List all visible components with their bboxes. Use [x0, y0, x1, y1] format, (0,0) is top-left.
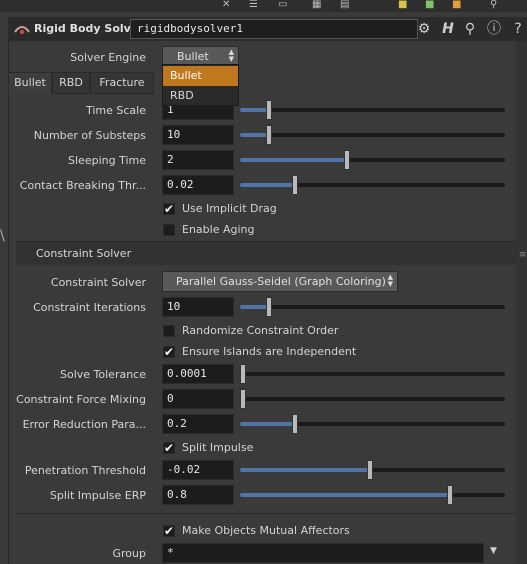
constraint-iterations-slider[interactable]: [240, 297, 505, 317]
slider-handle[interactable]: [266, 125, 272, 145]
split-impulse-erp-field[interactable]: 0.8: [162, 485, 234, 505]
menu-option-bullet[interactable]: Bullet: [163, 66, 238, 86]
tab-fracture[interactable]: Fracture: [90, 72, 154, 94]
force-mixing-field[interactable]: 0: [162, 389, 234, 409]
node-type-label: Rigid Body Solver: [34, 22, 144, 35]
tab-rbd[interactable]: RBD: [52, 72, 90, 94]
node-name-field[interactable]: rigidbodysolver1: [130, 19, 418, 39]
dropdown-arrows-icon: ▲ ▼: [228, 48, 234, 63]
group-field[interactable]: *: [162, 543, 484, 563]
substeps-slider[interactable]: [240, 125, 505, 145]
sleeping-time-field[interactable]: 2: [162, 150, 234, 170]
layout-icon[interactable]: ▭: [278, 0, 287, 10]
contact-breaking-field[interactable]: 0.02: [162, 175, 234, 195]
enable-aging-label: Enable Aging: [182, 223, 255, 236]
dropdown-arrows-icon: ▲ ▼: [387, 273, 393, 288]
table-icon[interactable]: ▤: [340, 0, 349, 10]
green-icon[interactable]: ■: [425, 0, 434, 10]
slider-handle[interactable]: [292, 414, 298, 434]
enable-aging-checkbox[interactable]: [163, 224, 175, 236]
randomize-order-checkbox[interactable]: [163, 325, 175, 337]
constraint-solver-dropdown[interactable]: Parallel Gauss-Seidel (Graph Coloring) ▲…: [162, 271, 398, 292]
split-impulse-label: Split Impulse: [182, 441, 254, 454]
grid-icon[interactable]: ▦: [312, 0, 321, 10]
sleeping-time-label: Sleeping Time: [68, 154, 146, 167]
solver-engine-menu: Bullet RBD: [162, 64, 239, 106]
slider-handle[interactable]: [266, 297, 272, 317]
slider-handle[interactable]: [266, 100, 272, 120]
constraint-solver-value: Parallel Gauss-Seidel (Graph Coloring): [176, 275, 386, 288]
mutual-affectors-label: Make Objects Mutual Affectors: [182, 524, 350, 537]
split-impulse-erp-slider[interactable]: [240, 485, 505, 505]
scroll-grip-icon[interactable]: ≡: [519, 251, 527, 270]
ensure-islands-label: Ensure Islands are Independent: [182, 345, 357, 358]
help-cursor-icon[interactable]: H: [438, 19, 458, 39]
randomize-order-label: Randomize Constraint Order: [182, 324, 339, 337]
list-icon[interactable]: ☰: [249, 0, 258, 10]
gear-icon[interactable]: ⚙: [414, 19, 434, 39]
slider-handle[interactable]: [240, 389, 246, 409]
time-scale-label: Time Scale: [85, 104, 146, 117]
tab-bullet[interactable]: Bullet: [8, 72, 52, 94]
use-implicit-drag-label: Use Implicit Drag: [182, 202, 277, 215]
ensure-islands-checkbox[interactable]: ✔: [163, 346, 175, 358]
split-impulse-erp-label: Split Impulse ERP: [49, 489, 146, 502]
error-reduction-label: Error Reduction Para...: [22, 418, 146, 431]
error-reduction-field[interactable]: 0.2: [162, 414, 234, 434]
contact-breaking-label: Contact Breaking Thr...: [19, 179, 146, 192]
constraint-solver-section[interactable]: Constraint Solver: [16, 241, 516, 265]
slider-handle[interactable]: [292, 175, 298, 195]
penetration-threshold-field[interactable]: -0.02: [162, 460, 234, 480]
pane-edge-icon: \: [0, 228, 5, 244]
substeps-label: Number of Substeps: [33, 129, 146, 142]
info-icon[interactable]: ⓘ: [484, 19, 504, 39]
menu-option-rbd[interactable]: RBD: [163, 86, 238, 106]
search-small-icon[interactable]: ⚲: [490, 0, 497, 10]
group-dropdown-icon[interactable]: ▼: [490, 546, 497, 556]
contact-breaking-slider[interactable]: [240, 175, 505, 195]
constraint-iterations-field[interactable]: 10: [162, 297, 234, 317]
solve-tolerance-field[interactable]: 0.0001: [162, 364, 234, 384]
solver-engine-value: Bullet: [177, 50, 209, 63]
constraint-solver-label: Constraint Solver: [50, 276, 146, 289]
group-label: Group: [112, 547, 147, 560]
split-impulse-checkbox[interactable]: ✔: [163, 442, 175, 454]
substeps-field[interactable]: 10: [162, 125, 234, 145]
slider-handle[interactable]: [240, 364, 246, 384]
constraint-iterations-label: Constraint Iterations: [33, 301, 146, 314]
constraint-solver-section-title: Constraint Solver: [36, 247, 132, 260]
orange-icon[interactable]: ■: [452, 0, 461, 10]
top-toolbar-strip: ✕ ☰ ▭ ▦ ▤ ■ ■ ■ ⚲: [0, 0, 527, 12]
divider: [16, 513, 516, 514]
penetration-threshold-label: Penetration Threshold: [24, 464, 146, 477]
solve-tolerance-slider[interactable]: [240, 364, 505, 384]
tools-icon[interactable]: ✕: [222, 0, 230, 10]
parameter-header: Rigid Body Solver rigidbodysolver1 ⚙ H ⚲…: [8, 17, 527, 41]
penetration-threshold-slider[interactable]: [240, 460, 505, 480]
force-mixing-slider[interactable]: [240, 389, 505, 409]
rigid-body-node-icon: [14, 26, 30, 35]
error-reduction-slider[interactable]: [240, 414, 505, 434]
time-scale-slider[interactable]: [240, 100, 505, 120]
solver-engine-dropdown[interactable]: Bullet ▲ ▼: [162, 46, 239, 66]
use-implicit-drag-checkbox[interactable]: ✔: [163, 203, 175, 215]
scrollbar[interactable]: [516, 41, 527, 564]
mutual-affectors-checkbox[interactable]: ✔: [163, 525, 175, 537]
force-mixing-label: Constraint Force Mixing: [16, 393, 146, 406]
slider-handle[interactable]: [344, 150, 350, 170]
question-icon[interactable]: ?: [508, 19, 527, 39]
sleeping-time-slider[interactable]: [240, 150, 505, 170]
star-icon[interactable]: ■: [398, 0, 407, 10]
slider-handle[interactable]: [447, 485, 453, 505]
solver-engine-label: Solver Engine: [70, 51, 146, 64]
search-icon[interactable]: ⚲: [460, 19, 480, 39]
slider-handle[interactable]: [367, 460, 373, 480]
solve-tolerance-label: Solve Tolerance: [60, 368, 146, 381]
